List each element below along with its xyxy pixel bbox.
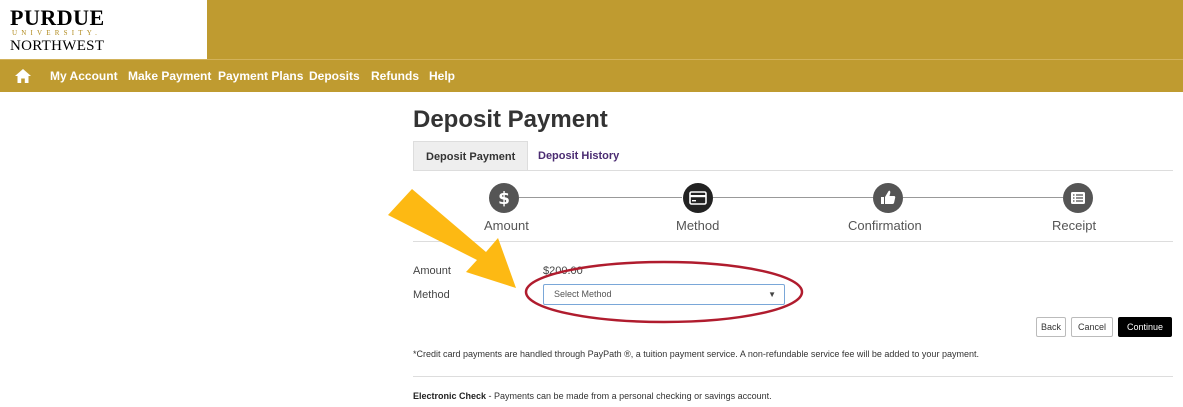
tabs-divider [413, 170, 1173, 171]
home-icon[interactable] [15, 69, 31, 83]
svg-text:$: $ [498, 189, 510, 209]
echeck-note: Electronic Check - Payments can be made … [413, 391, 772, 401]
step-receipt-circle [1063, 183, 1093, 213]
echeck-title: Electronic Check [413, 391, 487, 401]
dollar-icon: $ [498, 189, 510, 209]
continue-button[interactable]: Continue [1118, 317, 1172, 337]
steps-divider [413, 241, 1173, 242]
credit-card-note: *Credit card payments are handled throug… [413, 349, 979, 359]
university-logo[interactable]: PURDUE UNIVERSITY. NORTHWEST [0, 0, 207, 59]
logo-purdue-text: PURDUE [10, 5, 105, 30]
thumbs-up-icon [881, 190, 896, 204]
cancel-button[interactable]: Cancel [1071, 317, 1113, 337]
logo-university-text: UNIVERSITY. [12, 29, 102, 37]
method-select-value: Select Method [554, 289, 612, 299]
nav-make-payment[interactable]: Make Payment [128, 69, 211, 83]
step-method-circle [683, 183, 713, 213]
nav-my-account[interactable]: My Account [50, 69, 118, 83]
amount-label: Amount [413, 265, 451, 277]
step-amount-circle: $ [489, 183, 519, 213]
tab-deposit-history[interactable]: Deposit History [526, 141, 631, 171]
main-nav: My Account Make Payment Payment Plans De… [0, 59, 1183, 92]
step-confirmation-circle [873, 183, 903, 213]
nav-help[interactable]: Help [429, 69, 455, 83]
echeck-text: - Payments can be made from a personal c… [486, 391, 772, 401]
list-icon [1071, 192, 1085, 204]
step-amount-label: Amount [484, 218, 529, 233]
method-select[interactable]: Select Method ▼ [543, 284, 785, 305]
method-label: Method [413, 289, 450, 301]
back-button[interactable]: Back [1036, 317, 1066, 337]
notes-divider [413, 376, 1173, 377]
step-method-label: Method [676, 218, 720, 233]
site-header: PURDUE UNIVERSITY. NORTHWEST [0, 0, 1183, 59]
nav-refunds[interactable]: Refunds [371, 69, 419, 83]
logo-northwest-text: NORTHWEST [10, 38, 105, 54]
page-title: Deposit Payment [413, 106, 608, 133]
nav-deposits[interactable]: Deposits [309, 69, 360, 83]
step-connector [713, 197, 873, 198]
tab-deposit-payment[interactable]: Deposit Payment [413, 141, 529, 171]
credit-card-icon [689, 191, 707, 205]
step-connector [519, 197, 682, 198]
step-receipt-label: Receipt [1052, 218, 1097, 233]
nav-payment-plans[interactable]: Payment Plans [218, 69, 303, 83]
amount-value: $200.00 [543, 265, 583, 277]
chevron-down-icon: ▼ [768, 290, 776, 299]
step-connector [903, 197, 1063, 198]
step-confirmation-label: Confirmation [848, 218, 922, 233]
